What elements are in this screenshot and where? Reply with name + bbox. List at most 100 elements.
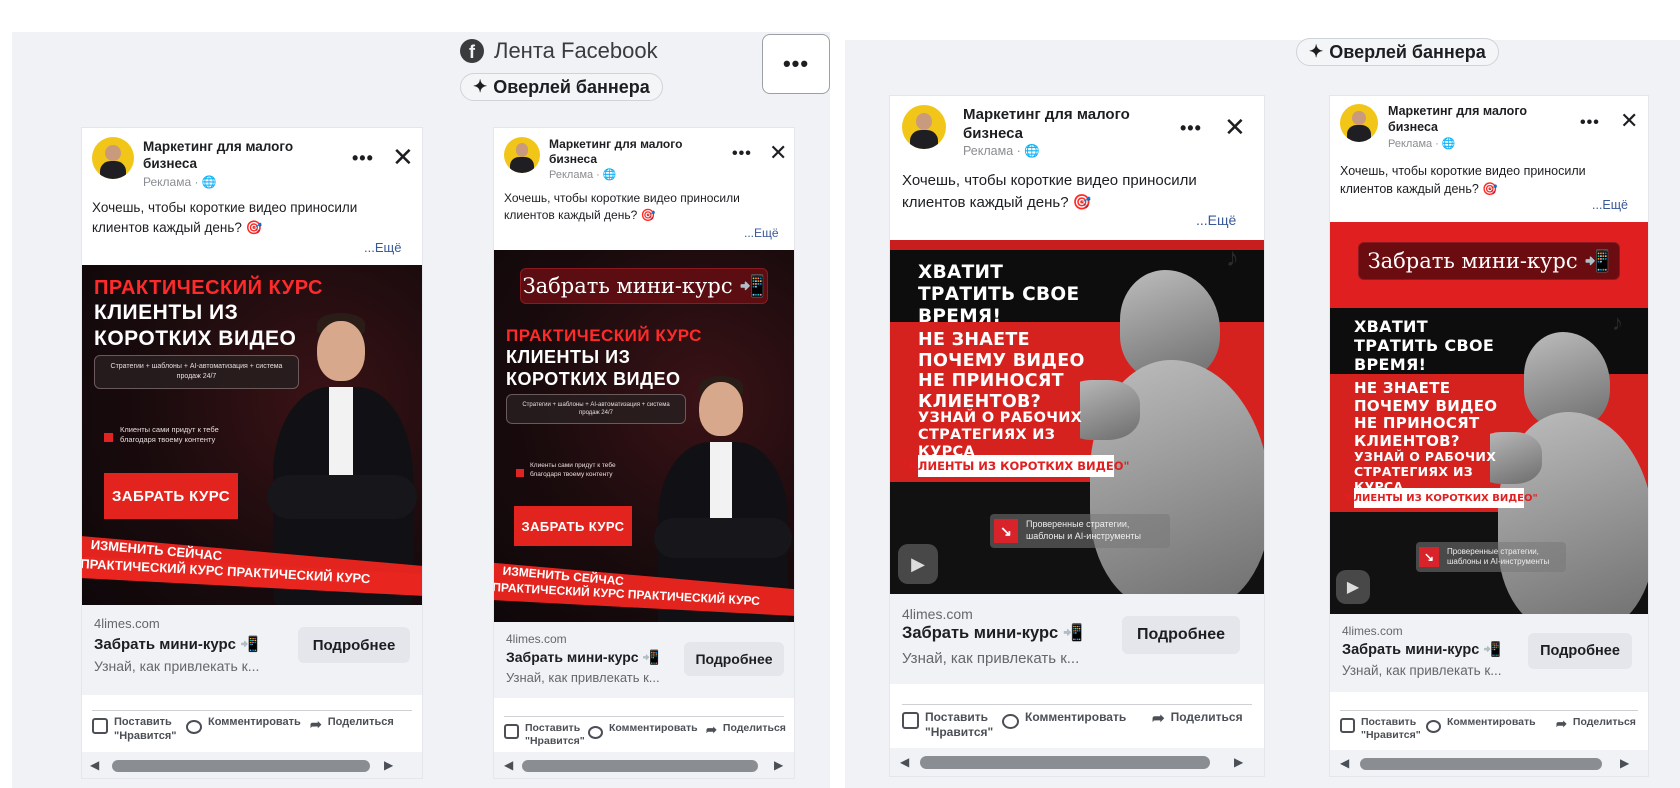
ad-card-4: Маркетинг для малого бизнеса Реклама · 🌐…	[1330, 96, 1648, 776]
share-button[interactable]: ➦ Поделиться	[706, 722, 794, 738]
scroll-left-icon[interactable]: ◀	[1340, 756, 1349, 770]
creative-title-1: КЛИЕНТЫ ИЗ	[506, 347, 631, 367]
horizontal-scrollbar[interactable]: ◀ ▶	[494, 752, 794, 778]
scroll-right-icon[interactable]: ▶	[1620, 756, 1629, 770]
learn-more-button[interactable]: Подробнее	[684, 642, 784, 676]
more-icon[interactable]: •••	[1580, 114, 1600, 132]
link-description: Узнай, как привлекать к...	[506, 670, 660, 685]
scroll-left-icon[interactable]: ◀	[90, 758, 99, 772]
comment-icon	[1002, 714, 1019, 729]
divider	[902, 704, 1252, 705]
scrollbar-thumb[interactable]	[522, 760, 758, 772]
link-bar[interactable]: 4limes.com Забрать мини-курс 📲 Узнай, ка…	[890, 594, 1264, 684]
see-more-link[interactable]: ...Ещё	[1196, 212, 1236, 228]
avatar	[902, 105, 946, 149]
learn-more-button[interactable]: Подробнее	[1528, 633, 1632, 669]
play-icon: ▶	[1336, 570, 1370, 604]
more-icon[interactable]: •••	[1180, 118, 1202, 139]
close-icon[interactable]: ✕	[1620, 108, 1638, 134]
ad-card-2: Маркетинг для малого бизнеса Реклама · 🌐…	[494, 128, 794, 778]
scrollbar-thumb[interactable]	[920, 756, 1210, 769]
overlay-banner: Забрать мини-курс 📲	[1358, 242, 1620, 280]
like-button[interactable]: Поставить "Нравится"	[1340, 716, 1423, 742]
sponsored-label: Реклама · 🌐	[963, 144, 1040, 158]
close-icon[interactable]: ✕	[1224, 112, 1246, 143]
creative-info-box: ↘ Проверенные стратегии, шаблоны и AI-ин…	[1416, 542, 1566, 572]
overlay-banner: Забрать мини-курс 📲	[520, 268, 768, 304]
link-domain: 4limes.com	[902, 606, 973, 622]
like-button[interactable]: Поставить "Нравится"	[504, 722, 587, 748]
sparkle-icon: ✦	[1309, 42, 1324, 61]
creative-headline-2: НЕ ЗНАЕТЕ ПОЧЕМУ ВИДЕО НЕ ПРИНОСЯТ КЛИЕН…	[1354, 379, 1498, 451]
play-icon: ▶	[898, 544, 938, 584]
comment-button[interactable]: Комментировать	[186, 716, 301, 734]
page-name[interactable]: Маркетинг для малого бизнеса	[143, 139, 333, 173]
comment-button[interactable]: Комментировать	[1002, 710, 1126, 729]
share-icon: ➦	[1556, 716, 1567, 731]
scroll-right-icon[interactable]: ▶	[774, 758, 783, 772]
primary-text: Хочешь, чтобы короткие видео приносили к…	[902, 172, 1197, 211]
learn-more-button[interactable]: Подробнее	[1122, 616, 1240, 654]
more-icon[interactable]: •••	[352, 148, 374, 169]
placement-label: Лента Facebook	[494, 38, 658, 63]
link-bar[interactable]: 4limes.com Забрать мини-курс 📲 Узнай, ка…	[494, 622, 794, 698]
share-button[interactable]: ➦ Поделиться	[1556, 716, 1648, 732]
comment-button[interactable]: Комментировать	[1426, 716, 1536, 733]
thumbs-up-icon	[902, 712, 919, 729]
page-name[interactable]: Маркетинг для малого бизнеса	[963, 106, 1153, 144]
link-bar[interactable]: 4limes.com Забрать мини-курс 📲 Узнай, ка…	[82, 605, 422, 695]
creative-quote: "КЛИЕНТЫ ИЗ КОРОТКИХ ВИДЕО"	[903, 455, 1130, 477]
creative-headline-3: УЗНАЙ О РАБОЧИХ СТРАТЕГИЯХ ИЗ КУРСА	[918, 410, 1083, 461]
overlay-pill-left[interactable]: ✦ Оверлей баннера	[460, 73, 663, 101]
ad-creative[interactable]: Забрать мини-курс 📲 ПРАКТИЧЕСКИЙ КУРС КЛ…	[494, 250, 794, 622]
ad-creative[interactable]: Забрать мини-курс 📲 ♪ ХВАТИТ ТРАТИТЬ СВО…	[1330, 222, 1648, 614]
more-icon[interactable]: •••	[732, 145, 752, 163]
scroll-right-icon[interactable]: ▶	[1234, 755, 1243, 769]
like-button[interactable]: Поставить "Нравится"	[902, 710, 995, 740]
scroll-left-icon[interactable]: ◀	[504, 758, 513, 772]
comment-icon	[588, 726, 603, 739]
creative-cta-button: ЗАБРАТЬ КУРС	[514, 506, 632, 546]
scrollbar-thumb[interactable]	[112, 760, 370, 772]
ad-creative[interactable]: ♪ ХВАТИТ ТРАТИТЬ СВОЕ ВРЕМЯ! НЕ ЗНАЕТЕ П…	[890, 240, 1264, 594]
see-more-link[interactable]: ...Ещё	[744, 226, 779, 240]
sponsored-label: Реклама · 🌐	[549, 169, 617, 181]
creative-info-box: ↘ Проверенные стратегии, шаблоны и AI-ин…	[990, 514, 1170, 548]
link-headline: Забрать мини-курс 📲	[902, 624, 1084, 642]
primary-text: Хочешь, чтобы короткие видео приносили к…	[504, 191, 740, 223]
see-more-link[interactable]: ...Ещё	[364, 240, 401, 255]
thumbs-up-icon	[1340, 718, 1355, 733]
close-icon[interactable]: ✕	[392, 142, 414, 173]
facebook-icon: f	[460, 39, 484, 63]
avatar	[1340, 104, 1378, 142]
horizontal-scrollbar[interactable]: ◀ ▶	[82, 752, 422, 778]
page-name[interactable]: Маркетинг для малого бизнеса	[1388, 104, 1558, 135]
overlay-pill-right[interactable]: ✦ Оверлей баннера	[1296, 38, 1499, 66]
share-icon: ➦	[310, 716, 322, 732]
like-button[interactable]: Поставить "Нравится"	[92, 716, 184, 744]
link-description: Узнай, как привлекать к...	[1342, 663, 1502, 678]
scroll-left-icon[interactable]: ◀	[900, 755, 909, 769]
close-icon[interactable]: ✕	[769, 140, 787, 166]
share-button[interactable]: ➦ Поделиться	[1152, 710, 1264, 729]
horizontal-scrollbar[interactable]: ◀ ▶	[890, 748, 1264, 776]
scroll-right-icon[interactable]: ▶	[384, 758, 393, 772]
more-options-button[interactable]: •••	[762, 34, 830, 94]
divider	[504, 716, 784, 717]
comment-icon	[1426, 720, 1441, 733]
comment-button[interactable]: Комментировать	[588, 722, 698, 739]
creative-title-2: КОРОТКИХ ВИДЕО	[94, 327, 297, 350]
share-button[interactable]: ➦ Поделиться	[310, 716, 422, 734]
thumbs-up-icon	[504, 724, 519, 739]
link-headline: Забрать мини-курс 📲	[94, 636, 259, 653]
scrollbar-thumb[interactable]	[1360, 758, 1602, 770]
creative-cta-button: ЗАБРАТЬ КУРС	[104, 473, 238, 519]
page-name[interactable]: Маркетинг для малого бизнеса	[549, 137, 709, 167]
horizontal-scrollbar[interactable]: ◀ ▶	[1330, 750, 1648, 776]
learn-more-button[interactable]: Подробнее	[298, 627, 410, 663]
arrow-icon: ↘	[994, 519, 1018, 543]
ad-creative[interactable]: ПРАКТИЧЕСКИЙ КУРС КЛИЕНТЫ ИЗ КОРОТКИХ ВИ…	[82, 265, 422, 605]
see-more-link[interactable]: ...Ещё	[1592, 198, 1628, 212]
link-bar[interactable]: 4limes.com Забрать мини-курс 📲 Узнай, ка…	[1330, 614, 1648, 692]
link-domain: 4limes.com	[94, 616, 160, 631]
